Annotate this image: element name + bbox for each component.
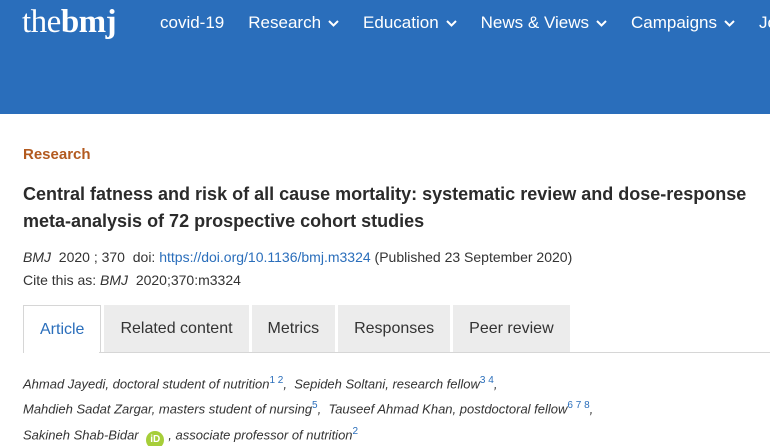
article-meta: BMJ 2020 ; 370 doi: https://doi.org/10.1… xyxy=(23,249,573,265)
nav-item-jobs[interactable]: Jobs xyxy=(759,13,770,33)
journal-name: BMJ xyxy=(23,249,51,265)
article-section-label[interactable]: Research xyxy=(23,146,91,163)
author-line: Sakineh Shab-Bidar iD, associate profess… xyxy=(23,421,593,446)
author-name: Sepideh Soltani, research fellow xyxy=(294,376,480,392)
author-name: Mahdieh Sadat Zargar, masters student of… xyxy=(23,401,313,417)
nav-item-research[interactable]: Research xyxy=(248,13,339,33)
tab-responses[interactable]: Responses xyxy=(338,305,451,353)
affiliation-refs[interactable]: 5 xyxy=(312,400,318,411)
affiliation-refs[interactable]: 1 2 xyxy=(269,375,283,386)
author-line: Ahmad Jayedi, doctoral student of nutrit… xyxy=(23,375,498,392)
nav-item-campaigns[interactable]: Campaigns xyxy=(631,13,735,33)
cite-label: Cite this as: xyxy=(23,272,97,288)
affiliation-refs[interactable]: 2 xyxy=(353,426,359,437)
tab-related-content[interactable]: Related content xyxy=(104,305,249,353)
published-date: (Published 23 September 2020) xyxy=(374,249,573,265)
affiliation-refs[interactable]: 6 7 8 xyxy=(567,400,589,411)
affiliation-refs[interactable]: 3 4 xyxy=(480,375,494,386)
cite-journal: BMJ xyxy=(100,272,129,288)
tabs-divider xyxy=(23,352,770,353)
cite-as: Cite this as: BMJ 2020;370:m3324 xyxy=(23,272,241,288)
chevron-down-icon xyxy=(724,19,735,27)
chevron-down-icon xyxy=(596,19,607,27)
tab-article[interactable]: Article xyxy=(23,305,102,353)
author-name: Tauseef Ahmad Khan, postdoctoral fellow xyxy=(328,401,568,417)
doi-label: doi: xyxy=(132,249,156,265)
chevron-down-icon xyxy=(445,19,457,27)
nav-item-news-views[interactable]: News & Views xyxy=(481,13,607,33)
author-name: Sakineh Shab-Bidar xyxy=(23,426,139,442)
site-header: thebmj covid-19 Research Education News … xyxy=(0,0,770,114)
author-role: , associate professor of nutrition xyxy=(168,426,353,442)
bmj-logo[interactable]: thebmj xyxy=(22,4,117,41)
author-name: Ahmad Jayedi, doctoral student of nutrit… xyxy=(23,376,270,392)
chevron-down-icon xyxy=(328,19,339,27)
author-list: Ahmad Jayedi, doctoral student of nutrit… xyxy=(23,370,593,446)
author-line: Mahdieh Sadat Zargar, masters student of… xyxy=(23,400,594,417)
nav-item-covid-19[interactable]: covid-19 xyxy=(160,13,224,33)
article-volume: 370 xyxy=(101,249,125,265)
article-year: 2020 xyxy=(58,249,90,265)
tab-metrics[interactable]: Metrics xyxy=(251,305,336,353)
orcid-icon[interactable]: iD xyxy=(146,430,165,446)
nav-item-education[interactable]: Education xyxy=(363,13,457,33)
main-nav: covid-19 Research Education News & Views… xyxy=(160,13,770,33)
article-title: Central fatness and risk of all cause mo… xyxy=(23,184,747,231)
article-tabs: Article Related content Metrics Response… xyxy=(23,305,573,353)
cite-reference: 2020;370:m3324 xyxy=(135,272,241,288)
doi-link[interactable]: https://doi.org/10.1136/bmj.m3324 xyxy=(159,249,370,265)
tab-peer-review[interactable]: Peer review xyxy=(453,305,570,353)
